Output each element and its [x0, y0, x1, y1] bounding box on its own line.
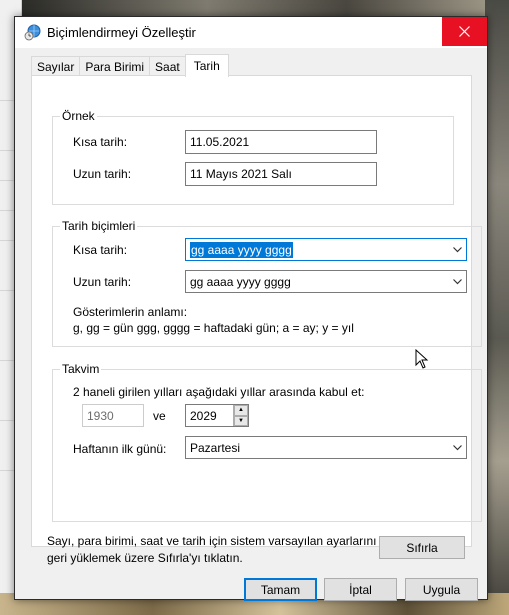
reset-note: Sayı, para birimi, saat ve tarih için si…	[47, 534, 377, 565]
close-button[interactable]	[442, 17, 487, 46]
date-formats-group-title: Tarih biçimleri	[60, 219, 138, 233]
calendar-group-title: Takvim	[60, 362, 102, 376]
tab-panel-date: Örnek Kısa tarih: 11.05.2021 Uzun tarih:…	[31, 75, 482, 547]
long-date-format-value: gg aaaa yyyy gggg	[190, 274, 291, 289]
window-title: Biçimlendirmeyi Özelleştir	[47, 25, 196, 40]
customize-format-dialog: Biçimlendirmeyi Özelleştir Sayılar Para …	[14, 16, 488, 601]
example-long-date-field: 11 Mayıs 2021 Salı	[185, 162, 377, 186]
year-to-spin-buttons: ▲ ▼	[233, 405, 248, 426]
example-long-date-label: Uzun tarih:	[73, 167, 132, 181]
chevron-down-icon[interactable]	[448, 437, 466, 458]
year-to-value[interactable]: 2029	[186, 409, 233, 423]
short-date-format-combo[interactable]: gg aaaa yyyy gggg	[185, 238, 467, 261]
tab-numbers[interactable]: Sayılar	[31, 56, 81, 76]
first-day-of-week-combo[interactable]: Pazartesi	[185, 436, 467, 459]
chevron-down-icon[interactable]	[448, 271, 466, 292]
example-short-date-field: 11.05.2021	[185, 130, 377, 154]
close-icon	[459, 26, 470, 37]
example-short-date-label: Kısa tarih:	[73, 135, 128, 149]
globe-clock-icon	[24, 24, 41, 41]
year-to-stepper[interactable]: 2029 ▲ ▼	[185, 404, 249, 427]
chevron-down-icon[interactable]	[448, 239, 466, 260]
apply-button[interactable]: Uygula	[405, 578, 478, 601]
example-group-title: Örnek	[60, 109, 97, 123]
tab-time[interactable]: Saat	[149, 56, 186, 76]
tab-strip: Sayılar Para Birimi Saat Tarih	[31, 54, 229, 77]
spin-down-icon[interactable]: ▼	[234, 415, 248, 426]
long-date-format-label: Uzun tarih:	[73, 275, 132, 289]
title-bar[interactable]: Biçimlendirmeyi Özelleştir	[15, 17, 487, 48]
year-from-field: 1930	[82, 404, 144, 427]
cancel-button[interactable]: İptal	[324, 578, 397, 601]
short-date-format-value: gg aaaa yyyy gggg	[190, 241, 293, 258]
tab-currency[interactable]: Para Birimi	[79, 56, 151, 76]
first-day-of-week-label: Haftanın ilk günü:	[73, 442, 167, 456]
two-digit-year-text: 2 haneli girilen yılları aşağıdaki yılla…	[73, 385, 365, 399]
short-date-format-label: Kısa tarih:	[73, 243, 128, 257]
notation-meaning-text: g, gg = gün ggg, gggg = haftadaki gün; a…	[73, 321, 354, 335]
and-label: ve	[153, 409, 166, 423]
tab-date[interactable]: Tarih	[184, 54, 229, 77]
dialog-client-area: Sayılar Para Birimi Saat Tarih Örnek Kıs…	[15, 48, 487, 601]
first-day-of-week-value: Pazartesi	[190, 440, 241, 455]
spin-up-icon[interactable]: ▲	[234, 405, 248, 416]
ok-button[interactable]: Tamam	[244, 578, 317, 601]
long-date-format-combo[interactable]: gg aaaa yyyy gggg	[185, 270, 467, 293]
notation-meaning-title: Gösterimlerin anlamı:	[73, 305, 188, 319]
mouse-cursor-icon	[415, 349, 429, 369]
desktop-background-right	[485, 0, 509, 615]
reset-button[interactable]: Sıfırla	[379, 536, 465, 559]
